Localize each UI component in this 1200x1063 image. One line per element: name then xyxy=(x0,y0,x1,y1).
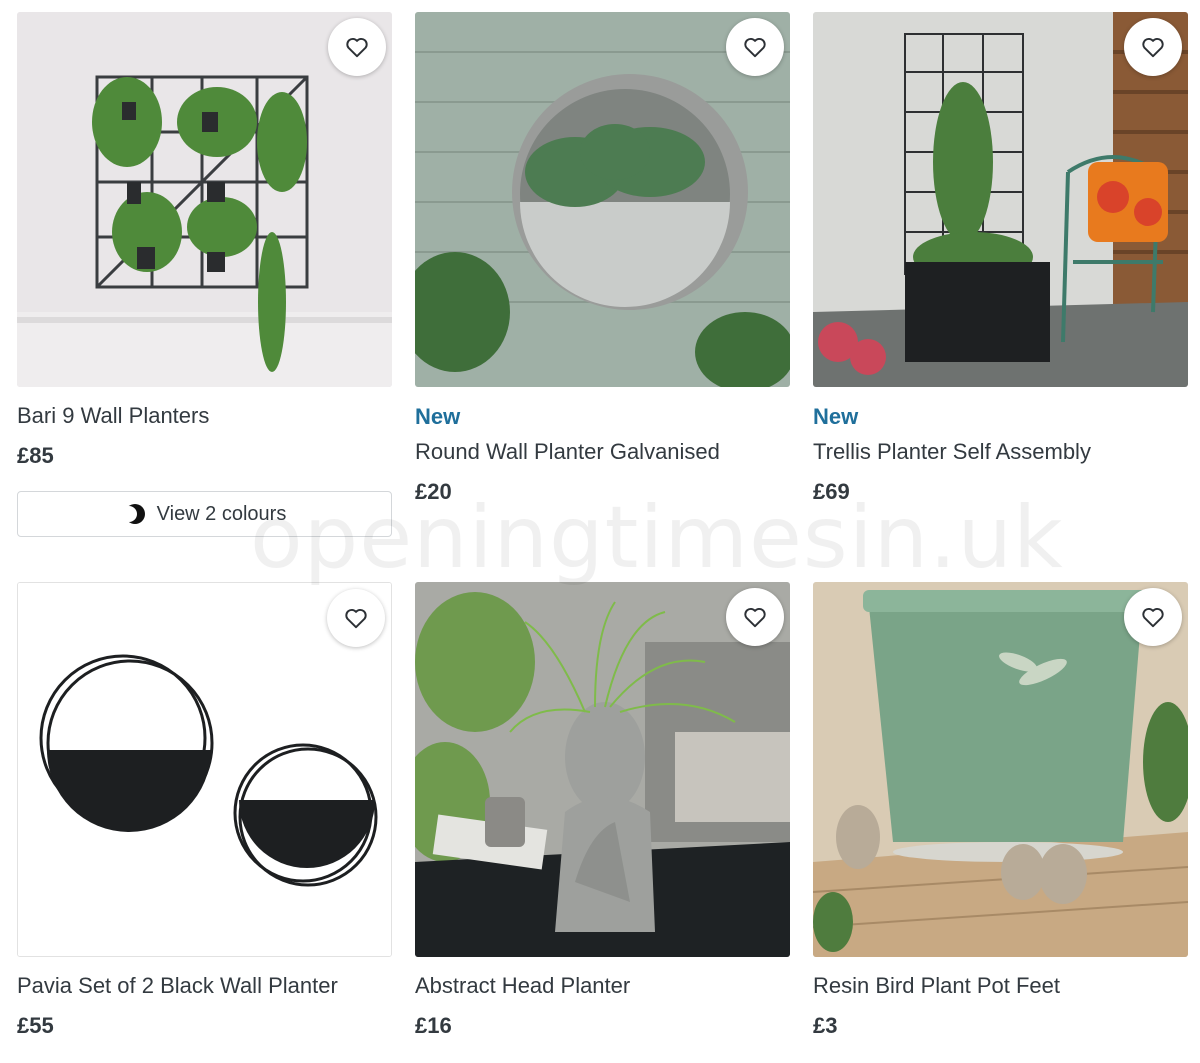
product-image[interactable] xyxy=(17,12,392,387)
product-image[interactable] xyxy=(415,582,790,957)
new-badge: New xyxy=(813,404,859,429)
heart-outline-icon xyxy=(345,609,367,629)
product-title[interactable]: Bari 9 Wall Planters xyxy=(17,403,392,429)
product-price: £55 xyxy=(17,1013,54,1038)
product-card[interactable]: Abstract Head Planter £16 xyxy=(415,582,790,1039)
favourite-button[interactable] xyxy=(1124,18,1182,76)
product-title[interactable]: Resin Bird Plant Pot Feet xyxy=(813,973,1188,999)
product-image[interactable] xyxy=(813,12,1188,387)
product-card[interactable]: Pavia Set of 2 Black Wall Planter £55 xyxy=(17,582,392,1039)
product-title[interactable]: Abstract Head Planter xyxy=(415,973,790,999)
product-photo xyxy=(415,12,790,387)
product-image[interactable] xyxy=(813,582,1188,957)
colour-swatch-icon xyxy=(122,504,145,524)
product-photo xyxy=(415,582,790,957)
product-title[interactable]: Trellis Planter Self Assembly xyxy=(813,439,1188,465)
favourite-button[interactable] xyxy=(726,588,784,646)
new-badge: New xyxy=(415,404,461,429)
heart-outline-icon xyxy=(1142,608,1164,628)
favourite-button[interactable] xyxy=(327,589,385,647)
favourite-button[interactable] xyxy=(1124,588,1182,646)
product-title[interactable]: Round Wall Planter Galvanised xyxy=(415,439,790,465)
product-photo xyxy=(17,12,392,387)
view-colours-label: View 2 colours xyxy=(156,502,287,525)
product-photo xyxy=(813,12,1188,387)
product-price: £3 xyxy=(813,1013,838,1038)
product-image[interactable] xyxy=(415,12,790,387)
favourite-button[interactable] xyxy=(328,18,386,76)
heart-outline-icon xyxy=(346,38,368,58)
favourite-button[interactable] xyxy=(726,18,784,76)
heart-outline-icon xyxy=(1142,38,1164,58)
product-price: £16 xyxy=(415,1013,452,1038)
product-price: £85 xyxy=(17,443,54,468)
product-card[interactable]: New Round Wall Planter Galvanised £20 xyxy=(415,12,790,505)
heart-outline-icon xyxy=(744,38,766,58)
product-card[interactable]: New Trellis Planter Self Assembly £69 xyxy=(813,12,1188,505)
product-card[interactable]: Resin Bird Plant Pot Feet £3 xyxy=(813,582,1188,1039)
view-colours-button[interactable]: View 2 colours xyxy=(17,491,392,537)
product-photo xyxy=(813,582,1188,957)
product-price: £20 xyxy=(415,479,452,504)
product-card[interactable]: Bari 9 Wall Planters £85 View 2 colours xyxy=(17,12,392,537)
product-title[interactable]: Pavia Set of 2 Black Wall Planter xyxy=(17,973,392,999)
product-image[interactable] xyxy=(17,582,392,957)
product-price: £69 xyxy=(813,479,850,504)
heart-outline-icon xyxy=(744,608,766,628)
